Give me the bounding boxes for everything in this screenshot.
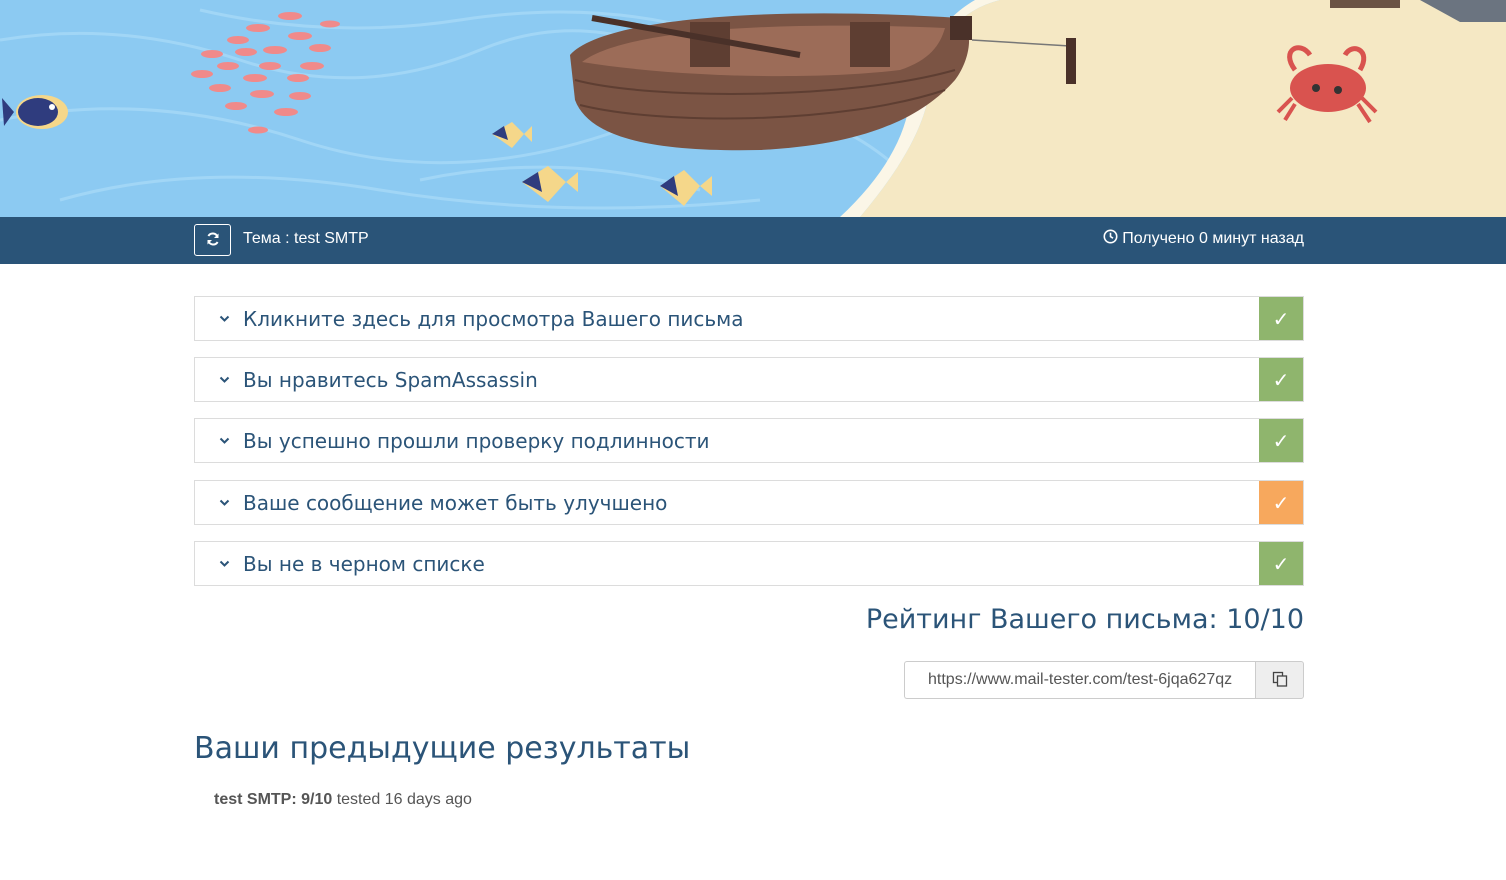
- share-url-input[interactable]: [904, 661, 1255, 699]
- chevron-down-icon: [219, 376, 233, 384]
- hero-illustration: [0, 0, 1506, 217]
- share-link-group: [904, 661, 1304, 699]
- previous-result-link[interactable]: test SMTP: 9/10: [214, 791, 332, 808]
- chevron-down-icon: [219, 315, 233, 323]
- email-subject: Тема : test SMTP: [243, 230, 369, 247]
- panel-title: Вы успешно прошли проверку подлинности: [243, 428, 710, 453]
- subject-bar: Тема : test SMTP Получено 0 минут назад: [0, 217, 1506, 264]
- result-panel-improvements[interactable]: Ваше сообщение может быть улучшено ✓: [194, 480, 1304, 525]
- result-panel-blacklist[interactable]: Вы не в черном списке ✓: [194, 541, 1304, 586]
- refresh-icon: [206, 232, 220, 249]
- previous-results-heading: Ваши предыдущие результаты: [194, 731, 691, 766]
- copy-button[interactable]: [1255, 661, 1304, 699]
- check-icon: ✓: [1259, 297, 1303, 340]
- copy-icon: [1272, 671, 1288, 690]
- received-label: Получено 0 минут назад: [1122, 230, 1304, 247]
- panel-title: Вы нравитесь SpamAssassin: [243, 367, 538, 392]
- check-icon: ✓: [1259, 419, 1303, 462]
- check-icon: ✓: [1259, 358, 1303, 401]
- received-time: Получено 0 минут назад: [1103, 229, 1304, 249]
- result-panel-authentication[interactable]: Вы успешно прошли проверку подлинности ✓: [194, 418, 1304, 463]
- check-icon: ✓: [1259, 481, 1303, 524]
- chevron-down-icon: [219, 437, 233, 445]
- panel-title: Кликните здесь для просмотра Вашего пись…: [243, 306, 744, 331]
- clock-icon: [1103, 229, 1118, 249]
- check-icon: ✓: [1259, 542, 1303, 585]
- previous-result-age: tested 16 days ago: [332, 791, 472, 808]
- refresh-button[interactable]: [194, 224, 231, 256]
- chevron-down-icon: [219, 499, 233, 507]
- panel-title: Ваше сообщение может быть улучшено: [243, 490, 668, 515]
- score-heading: Рейтинг Вашего письма: 10/10: [865, 604, 1304, 635]
- previous-result-item: test SMTP: 9/10 tested 16 days ago: [214, 791, 472, 809]
- result-panel-view-email[interactable]: Кликните здесь для просмотра Вашего пись…: [194, 296, 1304, 341]
- result-panel-spamassassin[interactable]: Вы нравитесь SpamAssassin ✓: [194, 357, 1304, 402]
- chevron-down-icon: [219, 560, 233, 568]
- panel-title: Вы не в черном списке: [243, 551, 485, 576]
